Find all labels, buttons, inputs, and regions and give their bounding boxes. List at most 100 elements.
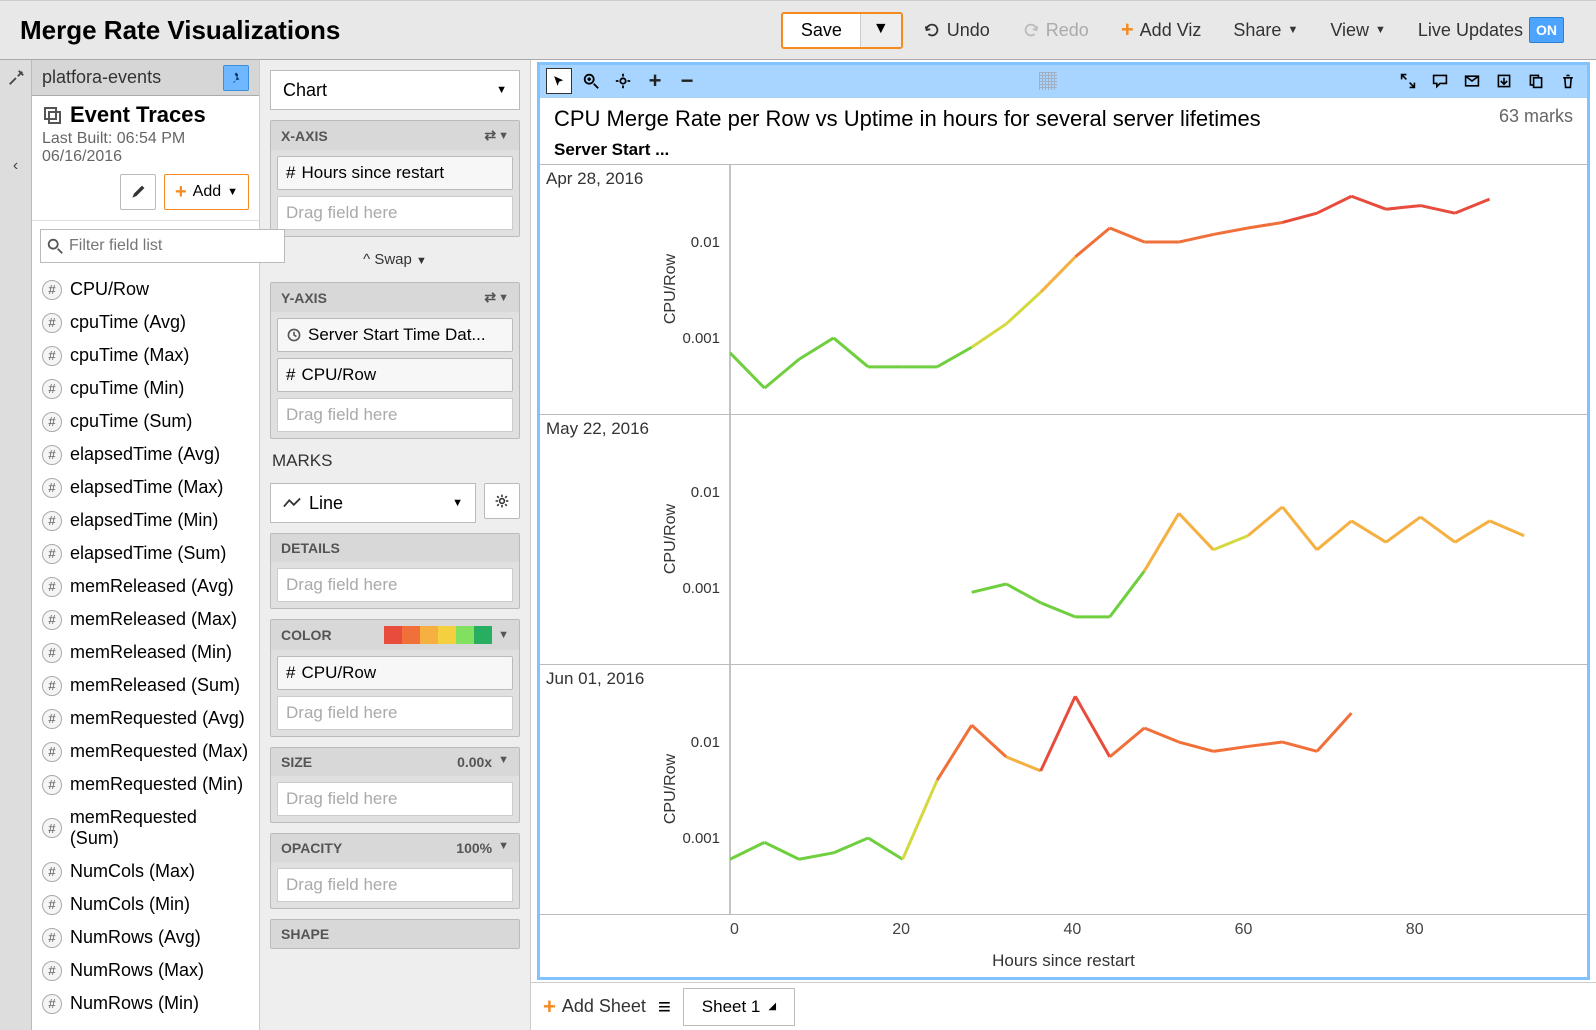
color-gradient-icon [384,626,492,644]
y-axis-menu[interactable]: ⇄ ▼ [484,289,509,306]
hash-icon: # [42,346,62,366]
redo-button[interactable]: Redo [1010,14,1101,47]
field-list: #CPU/Row#cpuTime (Avg)#cpuTime (Max)#cpu… [32,273,259,1030]
field-item[interactable]: #cpuTime (Max) [32,339,259,372]
field-item[interactable]: #elapsedTime (Min) [32,504,259,537]
app-body: ‹ platfora-events Event Traces Last Buil… [0,60,1596,1030]
hash-icon: # [42,478,62,498]
field-item[interactable]: #NumRows (Avg) [32,921,259,954]
field-item[interactable]: #cpuTime (Sum) [32,405,259,438]
mail-icon[interactable] [1459,68,1485,94]
field-item[interactable]: #elapsedTime (Max) [32,471,259,504]
filter-input[interactable] [40,229,285,263]
hash-icon: # [42,994,62,1014]
field-item[interactable]: #memReleased (Max) [32,603,259,636]
grid-icon[interactable] [1035,68,1061,94]
hash-icon: # [42,676,62,696]
chart-area[interactable]: 0.010.001Apr 28, 2016CPU/Row0.010.001May… [540,164,1587,914]
field-item[interactable]: #elapsedTime (Avg) [32,438,259,471]
field-name: memReleased (Sum) [70,675,240,696]
field-item[interactable]: # memReleased (Sum) [32,669,259,702]
add-viz-button[interactable]: +Add Viz [1109,14,1214,47]
field-item[interactable]: #elapsedTime (Sum) [32,537,259,570]
x-axis-label: X-AXIS [281,128,328,144]
field-item[interactable]: #NumRows (Max) [32,954,259,987]
y-axis-field-chip-2[interactable]: #CPU/Row [277,358,513,392]
mark-type-select[interactable]: Line▼ [270,483,476,523]
page-title: Merge Rate Visualizations [20,15,340,46]
copy-icon[interactable] [1523,68,1549,94]
x-axis-dropzone[interactable]: Drag field here [277,196,513,230]
field-item[interactable]: #memReleased (Avg) [32,570,259,603]
chart-type-select[interactable]: Chart▼ [270,70,520,110]
add-field-button[interactable]: +Add ▼ [164,174,249,210]
sheet-menu-icon[interactable]: ≡ [658,994,671,1020]
add-sheet-button[interactable]: +Add Sheet [543,994,646,1020]
y-axis-dropzone[interactable]: Drag field here [277,398,513,432]
field-item[interactable]: #NumCols (Min) [32,888,259,921]
expand-icon[interactable] [1395,68,1421,94]
sheet-tab-1[interactable]: Sheet 1◢ [683,988,795,1026]
opacity-dropzone[interactable]: Drag field here [277,868,513,902]
details-shelf: DETAILS Drag field here [270,533,520,609]
field-item[interactable]: # NumRows (Min) [32,987,259,1020]
save-dropdown[interactable]: ▼ [860,14,901,47]
edit-lens-button[interactable] [120,174,156,210]
search-icon [46,237,64,255]
comment-icon[interactable] [1427,68,1453,94]
field-item[interactable]: #memRequested (Max) [32,735,259,768]
size-menu[interactable]: ▼ [498,754,509,770]
pin-button[interactable] [223,65,249,91]
color-field-chip[interactable]: #CPU/Row [277,656,513,690]
svg-text:0.01: 0.01 [691,234,720,251]
field-name: memRequested (Max) [70,741,248,762]
opacity-value: 100% [456,840,492,856]
hash-icon: # [42,961,62,981]
field-name: memRequested (Avg) [70,708,245,729]
x-axis-field-chip[interactable]: #Hours since restart [277,156,513,190]
zoom-tool-icon[interactable] [578,68,604,94]
y-axis-field-chip-1[interactable]: Server Start Time Dat... [277,318,513,352]
hash-icon: # [286,663,295,683]
field-item[interactable]: #memReleased (Min) [32,636,259,669]
field-item[interactable]: #memRequested (Sum) [32,801,259,855]
undo-icon [923,21,941,39]
undo-button[interactable]: Undo [911,14,1002,47]
field-item[interactable]: #CPU/Row [32,273,259,306]
opacity-menu[interactable]: ▼ [498,840,509,856]
hash-icon: # [42,862,62,882]
delete-icon[interactable] [1555,68,1581,94]
svg-text:0.01: 0.01 [691,734,720,751]
view-button[interactable]: View ▼ [1318,14,1398,47]
field-item[interactable]: #cpuTime (Avg) [32,306,259,339]
select-tool-icon[interactable] [546,68,572,94]
zoom-in-icon[interactable]: + [642,68,668,94]
field-item[interactable]: #NumCols (Max) [32,855,259,888]
topbar: Merge Rate Visualizations Save ▼ Undo Re… [0,0,1596,60]
color-dropzone[interactable]: Drag field here [277,696,513,730]
export-icon[interactable] [1491,68,1517,94]
field-name: NumRows (Min) [70,993,199,1014]
x-axis-menu[interactable]: ⇄ ▼ [484,127,509,144]
lens-title: Event Traces [32,96,259,130]
mark-settings-button[interactable] [484,483,520,519]
share-button[interactable]: Share ▼ [1221,14,1310,47]
live-updates-toggle[interactable]: Live Updates ON [1406,11,1576,49]
pan-tool-icon[interactable] [610,68,636,94]
save-button[interactable]: Save [783,14,860,47]
hash-icon: # [42,928,62,948]
field-item[interactable]: #memRequested (Min) [32,768,259,801]
size-dropzone[interactable]: Drag field here [277,782,513,816]
chevron-left-icon[interactable]: ‹ [5,152,27,180]
tools-icon[interactable] [5,64,27,92]
color-menu[interactable]: ▼ [498,629,509,641]
details-dropzone[interactable]: Drag field here [277,568,513,602]
viz-toolbar: + − [540,65,1587,98]
hash-icon: # [42,280,62,300]
zoom-out-icon[interactable]: − [674,68,700,94]
viz-subtitle: Server Start ... [540,140,1587,164]
hash-icon: # [42,445,62,465]
field-item[interactable]: #cpuTime (Min) [32,372,259,405]
swap-axes-button[interactable]: ^ Swap ▼ [270,247,520,272]
field-item[interactable]: #memRequested (Avg) [32,702,259,735]
